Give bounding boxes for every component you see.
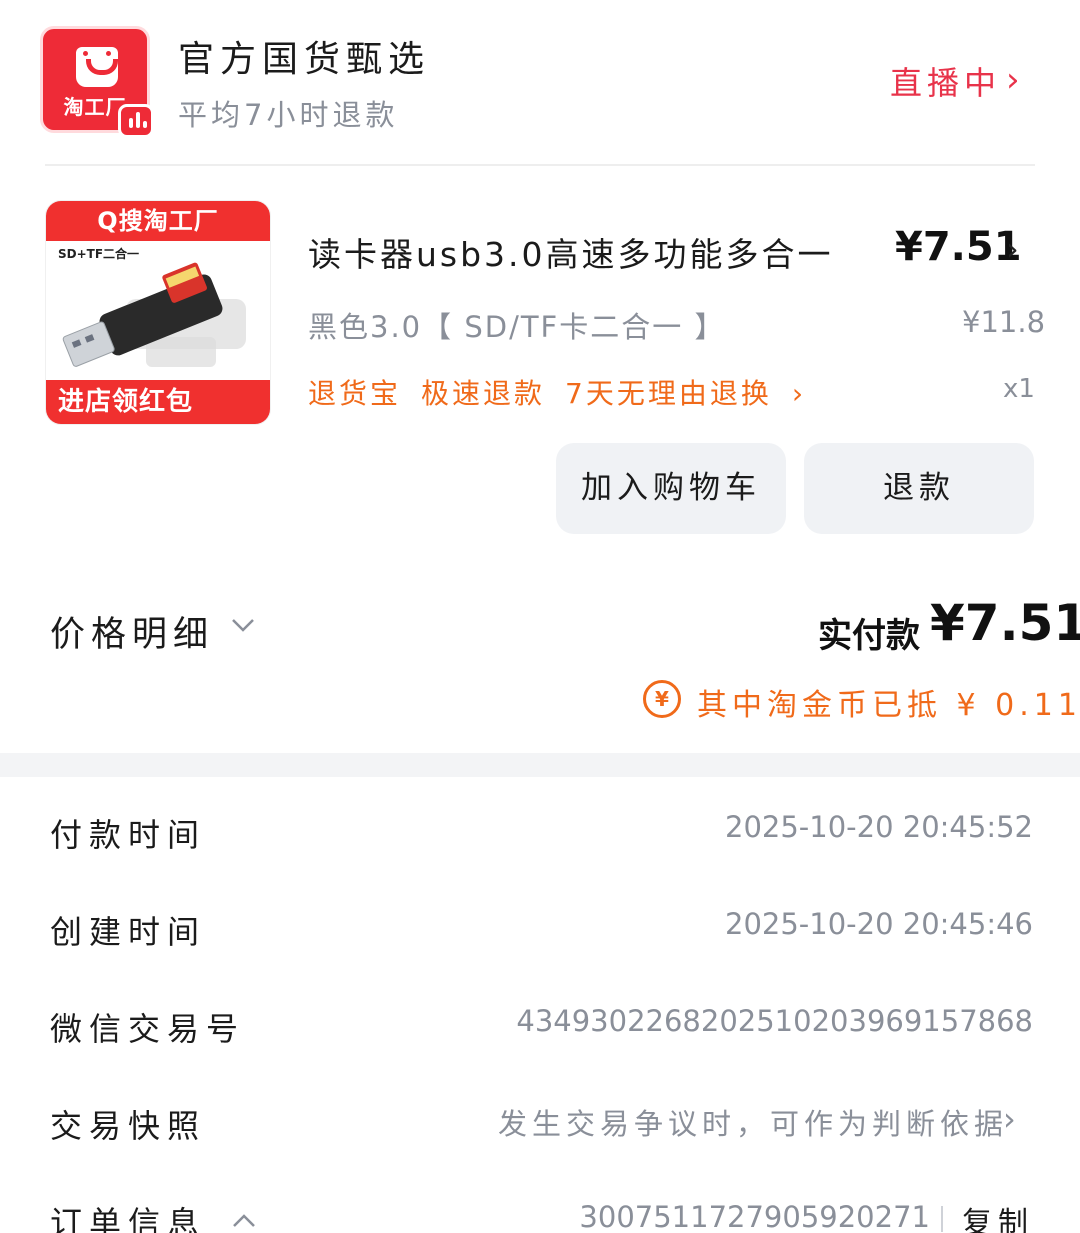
yuan-coin-icon: ¥ [643, 680, 681, 718]
product-price: ¥7.51 [895, 224, 1022, 270]
pay-time-label: 付款时间 [50, 816, 207, 854]
divider [941, 1206, 943, 1232]
product-spec: 黑色3.0【 SD/TF卡二合一 】 [308, 310, 726, 344]
snapshot-label[interactable]: 交易快照 [50, 1101, 206, 1147]
product-title[interactable]: 读卡器usb3.0高速多功能多合一 [308, 228, 834, 276]
product-original-price: ¥11.8 [962, 305, 1046, 339]
chevron-right-icon: › [791, 377, 807, 410]
paid-amount-value: ¥7.51 [930, 594, 1080, 652]
divider [45, 164, 1035, 166]
service-tag: 退货宝 [308, 377, 402, 410]
coin-deduction-text: 其中淘金币已抵 ¥ 0.11 [697, 688, 1080, 723]
card-reader-illustration [62, 262, 246, 367]
service-tags[interactable]: 退货宝 极速退款 7天无理由退换 › [308, 372, 806, 412]
product-image-search-banner: Q搜淘工厂 [46, 201, 270, 241]
wechat-transaction-label: 微信交易号 [50, 1010, 246, 1048]
store-name[interactable]: 官方国货甄选 [178, 30, 430, 82]
store-refund-note: 平均7小时退款 [178, 98, 399, 132]
service-tag: 极速退款 [421, 377, 546, 410]
shopping-bag-icon [76, 47, 118, 87]
chevron-right-icon[interactable]: › [1006, 230, 1019, 268]
chevron-down-icon[interactable] [230, 612, 256, 638]
snapshot-value[interactable]: 发生交易争议时，可作为判断依据 [498, 1101, 1008, 1143]
product-quantity: x1 [1003, 374, 1035, 404]
chevron-up-icon[interactable] [231, 1208, 257, 1233]
product-image[interactable]: Q搜淘工厂 SD+TF二合一 进店领红包 [45, 200, 271, 425]
service-tag: 7天无理由退换 [565, 377, 772, 410]
order-info-label[interactable]: 订单信息 [50, 1198, 206, 1233]
order-number-value: 3007511727905920271 [579, 1200, 930, 1233]
live-link[interactable]: 直播中 [890, 58, 1001, 104]
chevron-right-icon[interactable]: › [1003, 1100, 1016, 1138]
wechat-transaction-value: 4349302268202510203969157868 [516, 1004, 1033, 1038]
create-time-label: 创建时间 [50, 913, 207, 951]
create-time-value: 2025-10-20 20:45:46 [725, 907, 1033, 941]
paid-amount-label: 实付款 [818, 616, 920, 656]
price-detail-toggle[interactable]: 价格明细 [50, 606, 214, 657]
live-bars-icon [118, 104, 154, 138]
copy-button[interactable]: 复制 [962, 1198, 1034, 1233]
pay-time-value: 2025-10-20 20:45:52 [725, 810, 1033, 844]
section-separator [0, 753, 1080, 777]
product-image-coupon-banner: 进店领红包 [46, 380, 270, 424]
add-to-cart-button[interactable]: 加入购物车 [556, 443, 786, 534]
refund-button[interactable]: 退款 [804, 443, 1034, 534]
chevron-right-icon[interactable]: › [1006, 60, 1020, 100]
